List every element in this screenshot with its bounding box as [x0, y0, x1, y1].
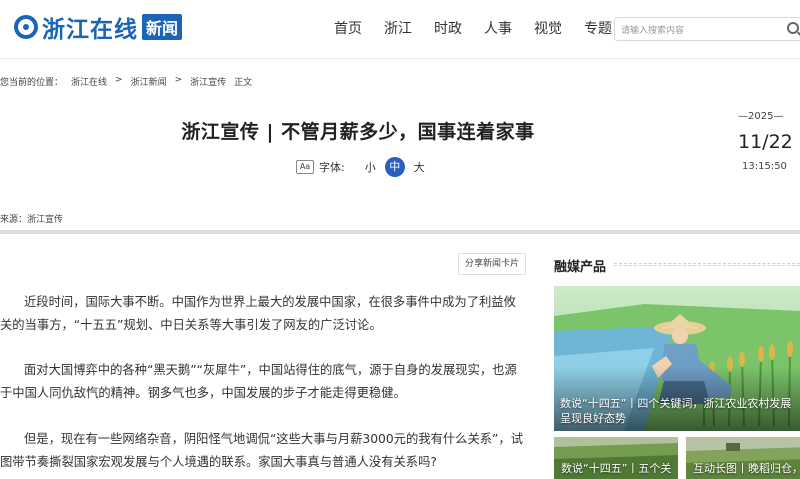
logo-badge: 新闻 — [142, 14, 183, 40]
breadcrumb-prefix: 您当前的位置： — [0, 78, 64, 88]
sidebar-title-rule — [614, 263, 800, 266]
font-size-small-button[interactable]: 小 — [365, 159, 376, 175]
feature-card[interactable]: 数说“十四五”丨四个关键词，浙江农业农村发展呈现良好态势 — [554, 286, 800, 431]
breadcrumb-link-propaganda[interactable]: 浙江宣传 — [190, 75, 226, 88]
article-source: 来源：浙江宣传 — [0, 215, 64, 225]
breadcrumb-current: 正文 — [234, 78, 253, 88]
article-title: 浙江宣传 | 不管月薪多少，国事连着家事 — [181, 121, 535, 143]
article-paragraph: 但是，现在有一些网络杂音，阴阳怪气地调侃“这些大事与月薪3000元的我有什么关系… — [0, 432, 524, 469]
thumb-caption: 互动长图丨晚稻归仓， — [693, 462, 800, 475]
font-size-medium-button[interactable]: 中 — [384, 157, 405, 177]
sidebar-title: 融媒产品 — [554, 260, 607, 275]
nav-item-visual[interactable]: 视觉 — [534, 18, 562, 38]
main-nav: 首页 浙江 时政 人事 视觉 专题 — [334, 18, 634, 38]
font-size-icon: Aa — [296, 160, 314, 174]
thumb-card[interactable]: 数说“十四五”丨五个关 — [554, 437, 678, 479]
search-icon[interactable] — [787, 22, 799, 34]
thumb-card[interactable]: 互动长图丨晚稻归仓， — [686, 437, 800, 479]
logo-text: 浙江在线 — [42, 17, 138, 43]
nav-item-zhejiang[interactable]: 浙江 — [384, 18, 412, 38]
site-logo[interactable]: 浙江在线 新闻 — [14, 13, 183, 43]
search-input[interactable] — [615, 20, 783, 42]
breadcrumb-link-zjol[interactable]: 浙江在线 — [71, 75, 107, 88]
search-box — [614, 17, 800, 42]
breadcrumb: 您当前的位置： 浙江在线 > 浙江新闻 > 浙江宣传 正文 — [0, 75, 260, 88]
publish-date: 11/22 — [738, 131, 793, 153]
article-paragraph: 近段时间，国际大事不断。中国作为世界上最大的发展中国家，在很多事件中成为了利益攸… — [0, 295, 516, 332]
publish-year: —2025— — [738, 111, 784, 122]
breadcrumb-separator: > — [174, 75, 183, 85]
share-card-button[interactable]: 分享新闻卡片 — [458, 253, 526, 275]
nav-item-home[interactable]: 首页 — [334, 18, 362, 38]
nav-item-politics[interactable]: 时政 — [434, 18, 462, 38]
font-size-label: 字体: — [319, 161, 345, 174]
breadcrumb-separator: > — [115, 75, 123, 85]
article-header: 您当前的位置： 浙江在线 > 浙江新闻 > 浙江宣传 正文 浙江宣传 | 不管月… — [0, 58, 800, 230]
publish-time: 13:15:50 — [742, 161, 787, 172]
breadcrumb-link-news[interactable]: 浙江新闻 — [131, 75, 167, 88]
nav-item-topics[interactable]: 专题 — [584, 18, 612, 38]
site-header: 浙江在线 新闻 首页 浙江 时政 人事 视觉 专题 — [0, 0, 800, 58]
logo-mark-icon — [14, 15, 38, 39]
page: 浙江在线 新闻 首页 浙江 时政 人事 视觉 专题 您当前的位置： 浙江在线 >… — [0, 0, 800, 479]
thumb-caption: 数说“十四五”丨五个关 — [561, 462, 672, 475]
feature-caption: 数说“十四五”丨四个关键词，浙江农业农村发展呈现良好态势 — [560, 397, 792, 425]
nav-item-personnel[interactable]: 人事 — [484, 18, 512, 38]
section-divider — [0, 230, 800, 234]
article-paragraph: 面对大国博弈中的各种“黑天鹅”“灰犀牛”，中国站得住的底气，源于自身的发展现实，… — [0, 363, 517, 400]
font-size-large-button[interactable]: 大 — [414, 159, 425, 175]
font-size-control: Aa 字体: 小 中 大 — [296, 157, 425, 177]
